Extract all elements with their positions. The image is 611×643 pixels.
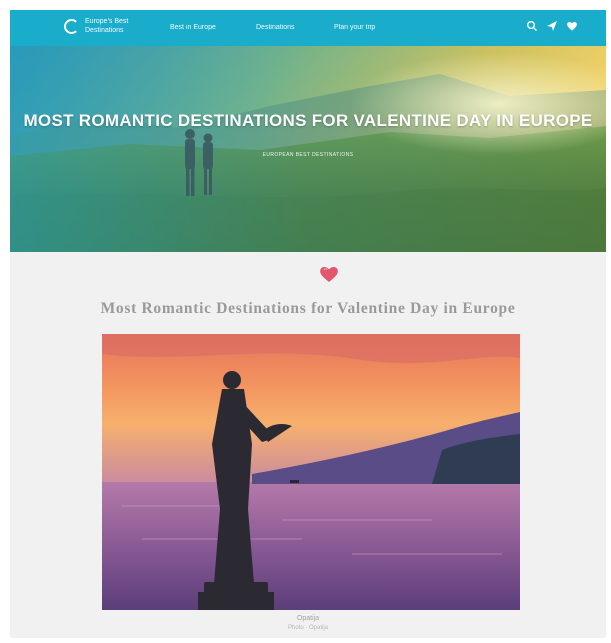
hero-title: MOST ROMANTIC DESTINATIONS FOR VALENTINE… xyxy=(23,111,593,130)
heart-icon xyxy=(320,267,338,282)
site-logo[interactable]: Europe's Best Destinations xyxy=(64,17,165,35)
hero-landscape-image xyxy=(10,46,606,252)
nav-link-destinations[interactable]: Destinations xyxy=(256,24,295,31)
photo-credit: Photo · Opatija xyxy=(287,625,329,631)
hero-subtitle: EUROPEAN BEST DESTINATIONS xyxy=(262,152,354,158)
logo-icon xyxy=(64,18,79,34)
search-icon[interactable] xyxy=(526,20,538,35)
sunset-statue-image xyxy=(102,334,520,610)
heart-icon[interactable] xyxy=(566,20,578,35)
nav-icon-group xyxy=(526,20,578,35)
plane-icon[interactable] xyxy=(546,20,558,35)
article-photo[interactable] xyxy=(102,334,520,610)
photo-caption: Opatija xyxy=(296,615,320,622)
logo-text: Europe's Best Destinations xyxy=(85,18,129,34)
top-navbar: Europe's Best Destinations Best in Europ… xyxy=(10,10,606,46)
nav-link-plan-your-trip[interactable]: Plan your trip xyxy=(334,24,375,31)
article-title: Most Romantic Destinations for Valentine… xyxy=(100,300,516,317)
nav-link-best-in-europe[interactable]: Best in Europe xyxy=(170,24,216,31)
hero-banner: MOST ROMANTIC DESTINATIONS FOR VALENTINE… xyxy=(10,46,606,252)
page-container: Europe's Best Destinations Best in Europ… xyxy=(10,10,606,638)
